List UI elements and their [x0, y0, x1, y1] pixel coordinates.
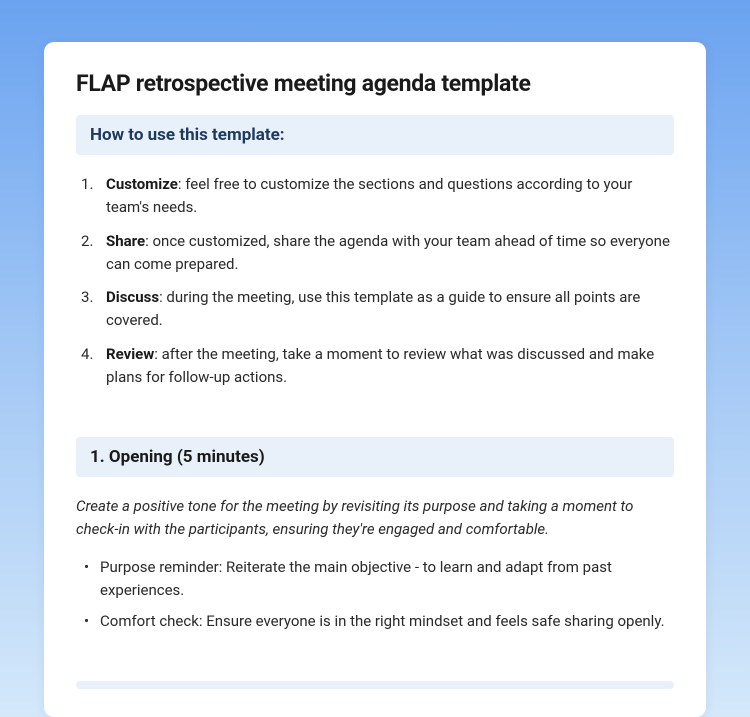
- step-text: : after the meeting, take a moment to re…: [106, 345, 654, 386]
- section-1-intro: Create a positive tone for the meeting b…: [76, 495, 674, 542]
- next-section-peek: [76, 681, 674, 689]
- how-to-heading: How to use this template:: [90, 125, 285, 145]
- step-text: : once customized, share the agenda with…: [106, 232, 670, 273]
- section-1-bullets: Purpose reminder: Reiterate the main obj…: [76, 556, 674, 634]
- step-bold: Review: [106, 345, 154, 363]
- page-title: FLAP retrospective meeting agenda templa…: [76, 70, 674, 97]
- section-1-heading: 1. Opening (5 minutes): [90, 447, 265, 467]
- section-1-banner: 1. Opening (5 minutes): [76, 437, 674, 477]
- step-text: : during the meeting, use this template …: [106, 288, 640, 329]
- how-to-banner: How to use this template:: [76, 115, 674, 155]
- list-item: Discuss: during the meeting, use this te…: [76, 286, 674, 333]
- how-to-steps: Customize: feel free to customize the se…: [76, 173, 674, 389]
- step-bold: Discuss: [106, 288, 159, 306]
- step-bold: Share: [106, 232, 145, 250]
- list-item: Customize: feel free to customize the se…: [76, 173, 674, 220]
- list-item: Purpose reminder: Reiterate the main obj…: [76, 556, 674, 603]
- document-card: FLAP retrospective meeting agenda templa…: [44, 42, 706, 717]
- list-item: Comfort check: Ensure everyone is in the…: [76, 610, 674, 633]
- list-item: Review: after the meeting, take a moment…: [76, 343, 674, 390]
- step-bold: Customize: [106, 175, 178, 193]
- list-item: Share: once customized, share the agenda…: [76, 230, 674, 277]
- step-text: : feel free to customize the sections an…: [106, 175, 632, 216]
